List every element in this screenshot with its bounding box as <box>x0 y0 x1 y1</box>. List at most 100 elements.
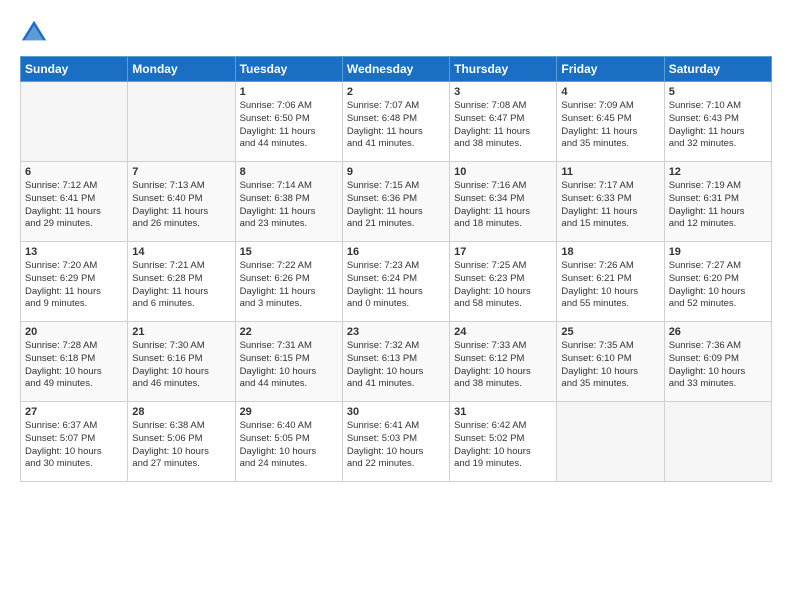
cell-line: Sunrise: 6:41 AM <box>347 420 445 433</box>
cell-line: and 38 minutes. <box>454 138 552 151</box>
cell-line: and 22 minutes. <box>347 458 445 471</box>
day-number: 23 <box>347 326 445 338</box>
cell-line: and 15 minutes. <box>561 218 659 231</box>
day-number: 21 <box>132 326 230 338</box>
day-number: 16 <box>347 246 445 258</box>
cell-line: Sunrise: 7:06 AM <box>240 100 338 113</box>
day-number: 11 <box>561 166 659 178</box>
cell-line: and 0 minutes. <box>347 298 445 311</box>
cell-line: Sunrise: 7:22 AM <box>240 260 338 273</box>
day-number: 9 <box>347 166 445 178</box>
cell-line: Sunset: 5:05 PM <box>240 433 338 446</box>
calendar-cell: 28Sunrise: 6:38 AMSunset: 5:06 PMDayligh… <box>128 402 235 482</box>
cell-line: Sunset: 5:06 PM <box>132 433 230 446</box>
calendar-cell: 4Sunrise: 7:09 AMSunset: 6:45 PMDaylight… <box>557 82 664 162</box>
calendar-cell: 19Sunrise: 7:27 AMSunset: 6:20 PMDayligh… <box>664 242 771 322</box>
cell-line: Daylight: 10 hours <box>561 366 659 379</box>
logo <box>20 18 52 46</box>
cell-line: Sunrise: 7:35 AM <box>561 340 659 353</box>
header-day-thursday: Thursday <box>450 57 557 82</box>
cell-line: and 9 minutes. <box>25 298 123 311</box>
cell-line: Daylight: 10 hours <box>240 446 338 459</box>
calendar-cell: 29Sunrise: 6:40 AMSunset: 5:05 PMDayligh… <box>235 402 342 482</box>
calendar-cell: 22Sunrise: 7:31 AMSunset: 6:15 PMDayligh… <box>235 322 342 402</box>
calendar-cell: 31Sunrise: 6:42 AMSunset: 5:02 PMDayligh… <box>450 402 557 482</box>
day-number: 3 <box>454 86 552 98</box>
cell-line: and 12 minutes. <box>669 218 767 231</box>
cell-line: Daylight: 10 hours <box>669 286 767 299</box>
cell-line: and 18 minutes. <box>454 218 552 231</box>
header-day-sunday: Sunday <box>21 57 128 82</box>
calendar-cell: 13Sunrise: 7:20 AMSunset: 6:29 PMDayligh… <box>21 242 128 322</box>
cell-line: and 6 minutes. <box>132 298 230 311</box>
cell-line: Sunrise: 6:37 AM <box>25 420 123 433</box>
cell-line: Daylight: 11 hours <box>240 206 338 219</box>
cell-line: Daylight: 10 hours <box>454 446 552 459</box>
calendar-cell: 6Sunrise: 7:12 AMSunset: 6:41 PMDaylight… <box>21 162 128 242</box>
calendar-cell: 21Sunrise: 7:30 AMSunset: 6:16 PMDayligh… <box>128 322 235 402</box>
cell-line: Sunrise: 7:21 AM <box>132 260 230 273</box>
cell-line: Sunrise: 7:10 AM <box>669 100 767 113</box>
cell-line: Sunrise: 7:25 AM <box>454 260 552 273</box>
calendar-cell: 14Sunrise: 7:21 AMSunset: 6:28 PMDayligh… <box>128 242 235 322</box>
day-number: 14 <box>132 246 230 258</box>
calendar-cell: 11Sunrise: 7:17 AMSunset: 6:33 PMDayligh… <box>557 162 664 242</box>
cell-line: Sunrise: 7:27 AM <box>669 260 767 273</box>
cell-line: and 44 minutes. <box>240 138 338 151</box>
cell-line: Sunrise: 7:12 AM <box>25 180 123 193</box>
calendar-cell: 8Sunrise: 7:14 AMSunset: 6:38 PMDaylight… <box>235 162 342 242</box>
cell-line: Sunrise: 7:19 AM <box>669 180 767 193</box>
day-number: 12 <box>669 166 767 178</box>
cell-line: Sunset: 6:50 PM <box>240 113 338 126</box>
cell-line: Daylight: 10 hours <box>132 366 230 379</box>
cell-line: Sunset: 6:24 PM <box>347 273 445 286</box>
cell-line: Daylight: 11 hours <box>25 286 123 299</box>
page: SundayMondayTuesdayWednesdayThursdayFrid… <box>0 0 792 612</box>
cell-line: and 58 minutes. <box>454 298 552 311</box>
cell-line: and 35 minutes. <box>561 138 659 151</box>
cell-line: Sunrise: 7:07 AM <box>347 100 445 113</box>
header-day-tuesday: Tuesday <box>235 57 342 82</box>
cell-line: and 32 minutes. <box>669 138 767 151</box>
day-number: 8 <box>240 166 338 178</box>
header-row: SundayMondayTuesdayWednesdayThursdayFrid… <box>21 57 772 82</box>
day-number: 6 <box>25 166 123 178</box>
cell-line: Sunset: 5:02 PM <box>454 433 552 446</box>
day-number: 24 <box>454 326 552 338</box>
cell-line: Daylight: 11 hours <box>132 286 230 299</box>
cell-line: Sunset: 6:48 PM <box>347 113 445 126</box>
cell-line: Sunrise: 7:09 AM <box>561 100 659 113</box>
cell-line: Sunset: 6:26 PM <box>240 273 338 286</box>
cell-line: and 23 minutes. <box>240 218 338 231</box>
cell-line: Sunset: 5:07 PM <box>25 433 123 446</box>
cell-line: Sunrise: 7:26 AM <box>561 260 659 273</box>
cell-line: Sunset: 6:43 PM <box>669 113 767 126</box>
cell-line: Sunrise: 6:38 AM <box>132 420 230 433</box>
calendar-cell: 24Sunrise: 7:33 AMSunset: 6:12 PMDayligh… <box>450 322 557 402</box>
calendar-table: SundayMondayTuesdayWednesdayThursdayFrid… <box>20 56 772 482</box>
day-number: 22 <box>240 326 338 338</box>
cell-line: Sunset: 6:38 PM <box>240 193 338 206</box>
day-number: 29 <box>240 406 338 418</box>
calendar-cell: 20Sunrise: 7:28 AMSunset: 6:18 PMDayligh… <box>21 322 128 402</box>
calendar-cell: 17Sunrise: 7:25 AMSunset: 6:23 PMDayligh… <box>450 242 557 322</box>
day-number: 10 <box>454 166 552 178</box>
cell-line: and 41 minutes. <box>347 138 445 151</box>
cell-line: Sunset: 6:12 PM <box>454 353 552 366</box>
cell-line: Sunrise: 7:23 AM <box>347 260 445 273</box>
day-number: 4 <box>561 86 659 98</box>
calendar-cell: 9Sunrise: 7:15 AMSunset: 6:36 PMDaylight… <box>342 162 449 242</box>
calendar-cell: 18Sunrise: 7:26 AMSunset: 6:21 PMDayligh… <box>557 242 664 322</box>
calendar-cell: 25Sunrise: 7:35 AMSunset: 6:10 PMDayligh… <box>557 322 664 402</box>
header-day-saturday: Saturday <box>664 57 771 82</box>
cell-line: Sunrise: 7:15 AM <box>347 180 445 193</box>
calendar-cell: 27Sunrise: 6:37 AMSunset: 5:07 PMDayligh… <box>21 402 128 482</box>
cell-line: Sunrise: 7:30 AM <box>132 340 230 353</box>
cell-line: Sunset: 6:33 PM <box>561 193 659 206</box>
day-number: 13 <box>25 246 123 258</box>
cell-line: Sunset: 6:13 PM <box>347 353 445 366</box>
cell-line: Daylight: 11 hours <box>347 286 445 299</box>
cell-line: Daylight: 10 hours <box>132 446 230 459</box>
calendar-cell: 16 Sunrise: 7:23 AMSunset: 6:24 PMDayligh… <box>342 242 449 322</box>
cell-line: Sunset: 6:23 PM <box>454 273 552 286</box>
